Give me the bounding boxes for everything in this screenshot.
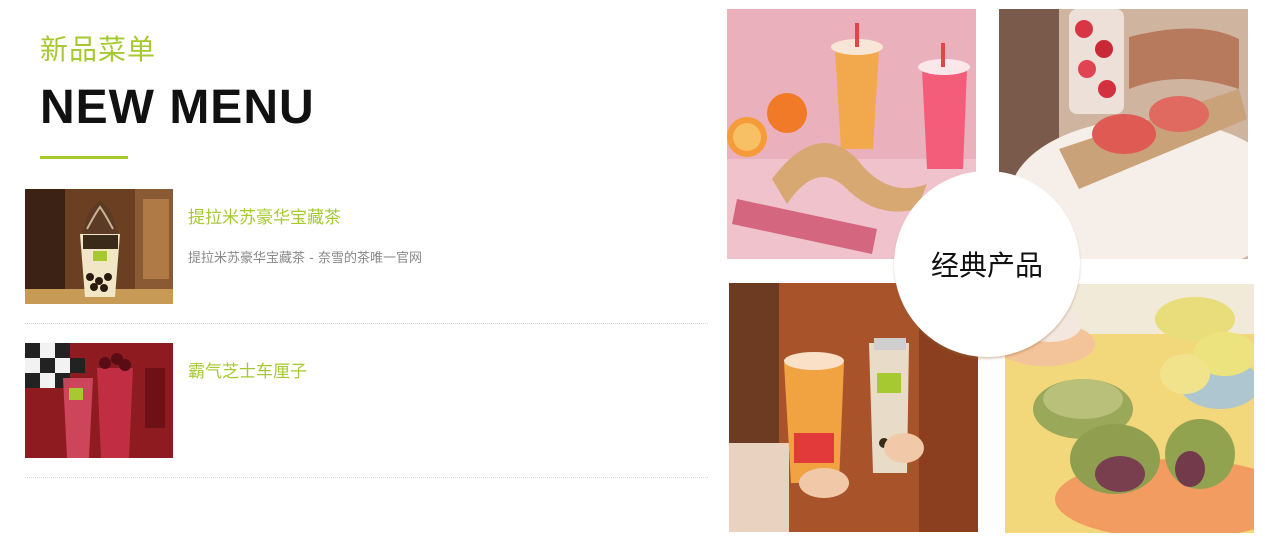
menu-item-title[interactable]: 提拉米苏豪华宝藏茶 bbox=[188, 203, 341, 228]
section-title: NEW MENU bbox=[40, 81, 315, 134]
tiramisu-tea-thumbnail[interactable] bbox=[25, 189, 173, 304]
cherry-cheese-thumbnail[interactable] bbox=[25, 343, 173, 458]
menu-item-cherry[interactable]: 霸气芝士车厘子 bbox=[25, 343, 708, 478]
title-underline bbox=[40, 156, 128, 159]
menu-item-description: 提拉米苏豪华宝藏茶 - 奈雪的茶唯一官网 bbox=[188, 251, 422, 266]
classic-products-badge[interactable]: 经典产品 bbox=[894, 171, 1080, 357]
badge-label: 经典产品 bbox=[930, 249, 1043, 282]
new-menu-section: 新品菜单 NEW MENU 提拉米苏豪华宝藏茶 提拉米苏豪华宝藏茶 - 奈雪的茶… bbox=[0, 0, 720, 540]
menu-item-tiramisu[interactable]: 提拉米苏豪华宝藏茶 提拉米苏豪华宝藏茶 - 奈雪的茶唯一官网 bbox=[25, 189, 708, 324]
menu-item-title[interactable]: 霸气芝士车厘子 bbox=[188, 357, 307, 382]
section-subtitle: 新品菜单 bbox=[40, 33, 157, 66]
